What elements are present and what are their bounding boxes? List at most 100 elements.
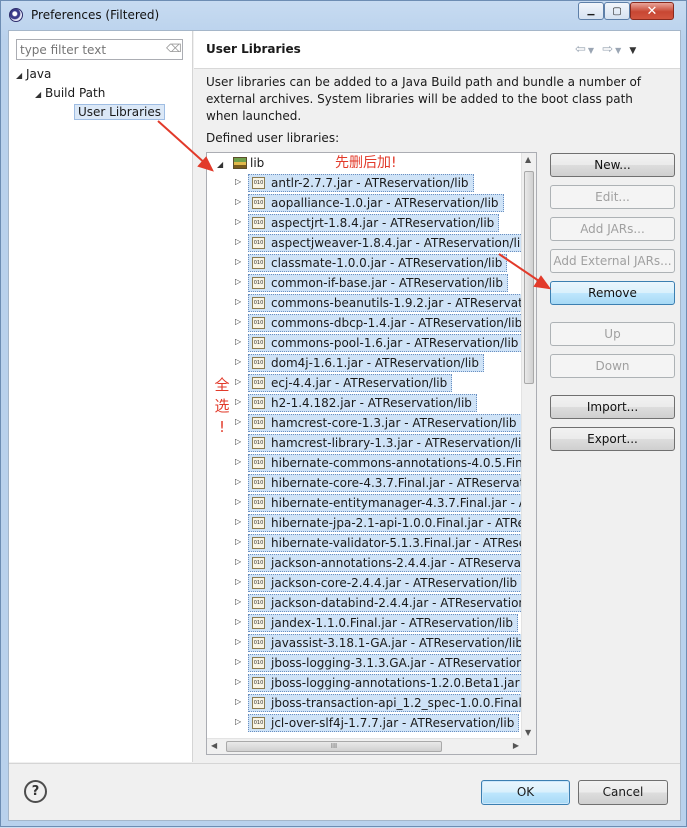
clear-filter-icon[interactable]: ⌫: [166, 43, 182, 55]
scroll-left-icon[interactable]: ◀: [211, 741, 217, 750]
user-libraries-page: User Libraries ⇦▼ ⇨▼ ▼ User libraries ca…: [194, 31, 680, 762]
close-button[interactable]: ✕: [630, 2, 674, 20]
jar-label: 010 dom4j-1.6.1.jar - ATReservation/lib: [248, 354, 485, 372]
jar-file-icon: 010: [252, 617, 265, 629]
export-button[interactable]: Export...: [550, 427, 675, 451]
back-menu-icon[interactable]: ▼: [588, 46, 596, 55]
jar-file-icon: 010: [252, 597, 265, 609]
user-libraries-tree[interactable]: ◢ lib ▷ 010 antlr-2.7.7.jar - ATReservation…: [206, 152, 537, 755]
expand-arrow-icon[interactable]: ▷: [235, 537, 245, 546]
page-header: User Libraries ⇦▼ ⇨▼ ▼: [194, 31, 680, 69]
expand-arrow-icon[interactable]: ▷: [235, 697, 245, 706]
add-external-jars-button[interactable]: Add External JARs...: [550, 249, 675, 273]
annotation-delete-then-add: 先删后加!: [335, 155, 397, 171]
expand-arrow-icon[interactable]: ▷: [235, 597, 245, 606]
expand-arrow-icon[interactable]: ▷: [235, 617, 245, 626]
scroll-up-icon[interactable]: ▲: [525, 155, 531, 164]
horizontal-scrollbar[interactable]: ◀ III ▶: [207, 738, 523, 754]
jar-label: 010 common-if-base.jar - ATReservation/li…: [248, 274, 508, 292]
expand-arrow-icon[interactable]: ▷: [235, 437, 245, 446]
jar-name: commons-dbcp-1.4.jar - ATReservation/lib: [271, 316, 523, 330]
expand-arrow-icon[interactable]: ▷: [235, 637, 245, 646]
expand-arrow-icon[interactable]: ▷: [235, 677, 245, 686]
scroll-corner: [521, 738, 536, 754]
expand-arrow-icon[interactable]: ▷: [235, 657, 245, 666]
jar-label: 010 jboss-transaction-api_1.2_spec-1.0.0.…: [248, 694, 536, 712]
jar-label: 010 hibernate-validator-5.1.3.Final.jar -…: [248, 534, 536, 552]
expand-arrow-icon[interactable]: ▷: [235, 577, 245, 586]
annotation-char: 全: [214, 376, 230, 394]
page-title: User Libraries: [206, 42, 301, 56]
jar-label: 010 h2-1.4.182.jar - ATReservation/lib: [248, 394, 477, 412]
remove-button[interactable]: Remove: [550, 281, 675, 305]
expand-arrow-icon[interactable]: ▷: [235, 377, 245, 386]
down-button[interactable]: Down: [550, 354, 675, 378]
cancel-button[interactable]: Cancel: [578, 780, 668, 805]
import-button[interactable]: Import...: [550, 395, 675, 419]
jar-file-icon: 010: [252, 337, 265, 349]
minimize-button[interactable]: ▁: [578, 2, 604, 20]
expand-arrow-icon[interactable]: ▷: [235, 477, 245, 486]
horizontal-scroll-thumb[interactable]: III: [226, 741, 442, 752]
scroll-right-icon[interactable]: ▶: [513, 741, 519, 750]
jar-file-icon: 010: [252, 317, 265, 329]
jar-file-icon: 010: [252, 637, 265, 649]
expand-arrow-icon[interactable]: ▷: [235, 397, 245, 406]
jar-label: 010 jboss-logging-3.1.3.GA.jar - ATReserv…: [248, 654, 536, 672]
vertical-scrollbar[interactable]: ▲ ▼: [521, 153, 536, 739]
jar-file-icon: 010: [252, 417, 265, 429]
expand-arrow-icon[interactable]: ▷: [235, 337, 245, 346]
jar-file-icon: 010: [252, 297, 265, 309]
edit-button[interactable]: Edit...: [550, 185, 675, 209]
expand-arrow-icon[interactable]: ▷: [235, 357, 245, 366]
new-button[interactable]: New...: [550, 153, 675, 177]
preferences-window: Preferences (Filtered) ▁ ▢ ✕ ⌫ ◢Java ◢Bu…: [0, 0, 687, 827]
back-arrow-icon[interactable]: ⇦: [575, 42, 588, 57]
tree-item-build-path[interactable]: ◢ Build Path: [35, 86, 105, 100]
expand-arrow-icon[interactable]: ▷: [235, 197, 245, 206]
jar-file-icon: 010: [252, 257, 265, 269]
jar-label: 010 javassist-3.18.1-GA.jar - ATReservati…: [248, 634, 529, 652]
expand-arrow-icon[interactable]: ◢: [35, 90, 45, 99]
jar-name: hibernate-jpa-2.1-api-1.0.0.Final.jar - …: [271, 516, 536, 530]
jar-label: 010 hamcrest-library-1.3.jar - ATReservat…: [248, 434, 534, 452]
expand-arrow-icon[interactable]: ▷: [235, 257, 245, 266]
expand-arrow-icon[interactable]: ▷: [235, 717, 245, 726]
tree-item-java[interactable]: ◢ Java: [16, 67, 51, 81]
expand-arrow-icon[interactable]: ▷: [235, 317, 245, 326]
forward-arrow-icon[interactable]: ⇨: [602, 42, 615, 57]
expand-arrow-icon[interactable]: ▷: [235, 557, 245, 566]
view-menu-icon[interactable]: ▼: [629, 46, 638, 56]
filter-field[interactable]: ⌫: [16, 39, 183, 60]
help-icon[interactable]: ?: [24, 780, 47, 803]
expand-arrow-icon[interactable]: ◢: [217, 160, 227, 169]
vertical-scroll-thumb[interactable]: [524, 171, 534, 384]
jar-file-icon: 010: [252, 477, 265, 489]
jar-label: 010 aspectjweaver-1.8.4.jar - ATReservati…: [248, 234, 533, 252]
maximize-button[interactable]: ▢: [604, 2, 630, 20]
scroll-down-icon[interactable]: ▼: [525, 728, 531, 737]
expand-arrow-icon[interactable]: ▷: [235, 297, 245, 306]
expand-arrow-icon[interactable]: ▷: [235, 417, 245, 426]
expand-arrow-icon[interactable]: ▷: [235, 217, 245, 226]
up-button[interactable]: Up: [550, 322, 675, 346]
expand-arrow-icon[interactable]: ▷: [235, 497, 245, 506]
jar-name: hibernate-commons-annotations-4.0.5.Fina…: [271, 456, 537, 470]
jar-label: 010 commons-pool-1.6.jar - ATReservation/…: [248, 334, 524, 352]
expand-arrow-icon[interactable]: ▷: [235, 277, 245, 286]
library-root-lib[interactable]: ◢ lib: [217, 156, 264, 174]
add-jars-button[interactable]: Add JARs...: [550, 217, 675, 241]
jar-label: 010 hibernate-commons-annotations-4.0.5.F…: [248, 454, 537, 472]
minimize-icon: ▁: [587, 6, 595, 16]
filter-input[interactable]: [17, 40, 162, 59]
title-bar[interactable]: Preferences (Filtered) ▁ ▢ ✕: [1, 1, 686, 29]
expand-arrow-icon[interactable]: ▷: [235, 237, 245, 246]
expand-arrow-icon[interactable]: ▷: [235, 177, 245, 186]
ok-button[interactable]: OK: [481, 780, 570, 805]
jar-file-icon: 010: [252, 217, 265, 229]
expand-arrow-icon[interactable]: ◢: [16, 71, 26, 80]
tree-item-user-libraries[interactable]: User Libraries: [74, 104, 165, 120]
expand-arrow-icon[interactable]: ▷: [235, 457, 245, 466]
expand-arrow-icon[interactable]: ▷: [235, 517, 245, 526]
forward-menu-icon[interactable]: ▼: [615, 46, 623, 55]
